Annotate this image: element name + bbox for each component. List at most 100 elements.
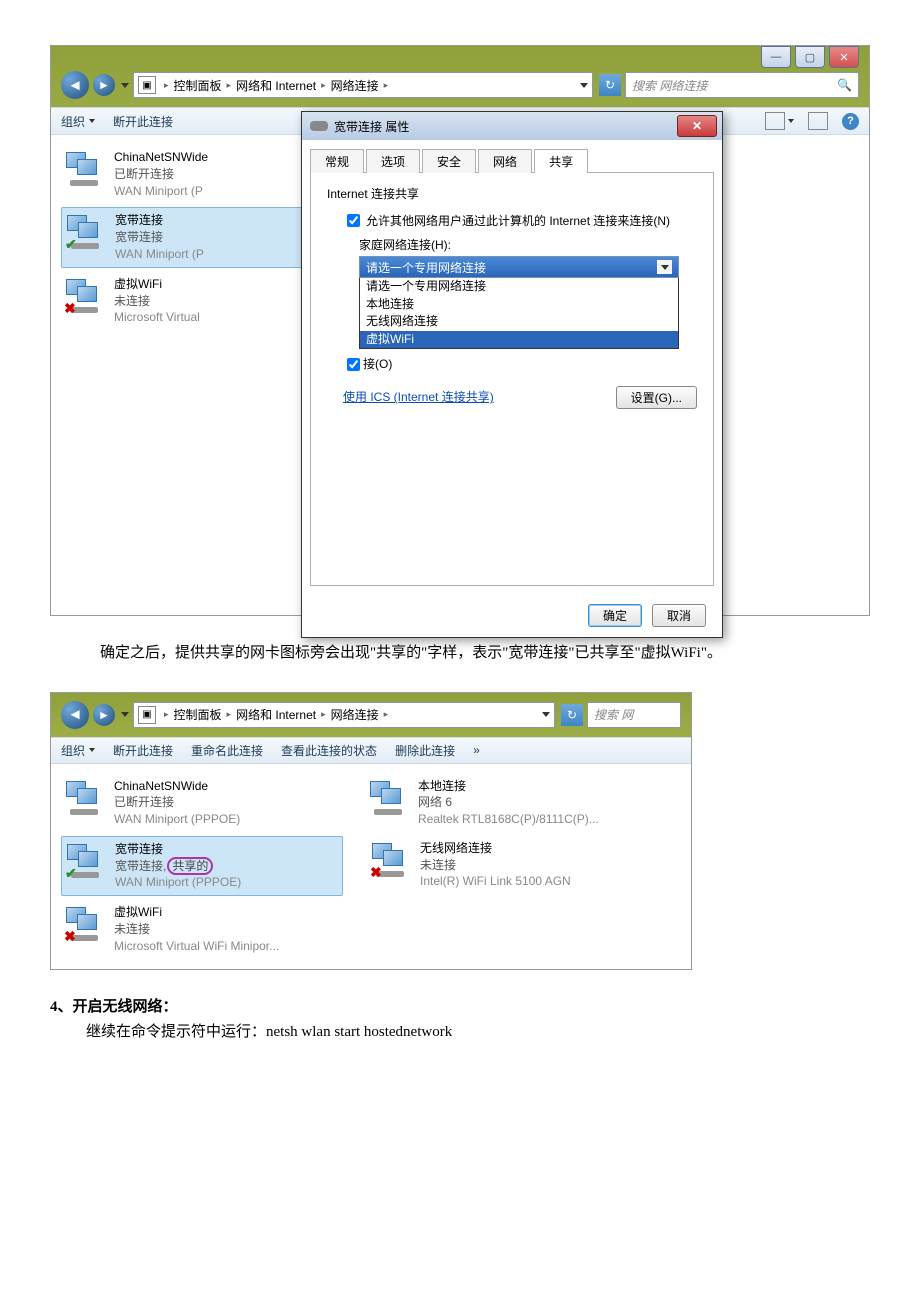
shared-badge: 共享的 [167,857,213,875]
disconnect-button[interactable]: 断开此连接 [113,742,173,759]
network-icon: ✖ [64,275,106,317]
organize-button[interactable]: 组织 [61,113,95,130]
view-button[interactable] [765,112,794,130]
connection-item[interactable]: ChinaNetSNWide 已断开连接 WAN Miniport (PPPOE… [61,774,341,832]
tab-network[interactable]: 网络 [478,149,532,173]
conn-name: ChinaNetSNWide [114,778,240,795]
connection-item[interactable]: ✔ 宽带连接 宽带连接,共享的 WAN Miniport (PPPOE) [61,836,343,896]
conn-status: 宽带连接 [115,229,204,246]
connection-item[interactable]: ✖ 无线网络连接 未连接 Intel(R) WiFi Link 5100 AGN [367,836,647,896]
tab-options[interactable]: 选项 [366,149,420,173]
tab-sharing[interactable]: 共享 [534,149,588,173]
breadcrumb[interactable]: 网络和 Internet [236,706,316,723]
network-icon: ✔ [65,840,107,882]
address-dropdown-icon[interactable] [580,83,588,88]
address-bar[interactable]: ▣ ▸ 控制面板 ▸ 网络和 Internet ▸ 网络连接 ▸ [133,702,555,728]
cancel-button[interactable]: 取消 [652,604,706,627]
combo-dropdown: 请选一个专用网络连接 本地连接 无线网络连接 虚拟WiFi [359,278,679,349]
window-control-buttons: — ▢ ✕ [761,46,859,68]
nav-forward-button[interactable]: ► [93,704,115,726]
explorer-toolbar: 组织 断开此连接 重命名此连接 查看此连接的状态 删除此连接 » [51,737,691,764]
breadcrumb[interactable]: 控制面板 [174,706,222,723]
view-status-button[interactable]: 查看此连接的状态 [281,742,377,759]
network-icon: ✔ [65,211,107,253]
breadcrumb[interactable]: 控制面板 [174,77,222,94]
body-paragraph: 确定之后，提供共享的网卡图标旁会出现"共享的"字样，表示"宽带连接"已共享至"虚… [70,641,850,667]
conn-device: WAN Miniport (P [115,246,204,263]
connection-item[interactable]: 本地连接 网络 6 Realtek RTL8168C(P)/8111C(P)..… [365,774,645,832]
nav-history-dropdown[interactable] [121,712,129,717]
combo-selected: 请选一个专用网络连接 [366,259,486,276]
dialog-tabs: 常规 选项 安全 网络 共享 [302,140,722,172]
chevron-down-icon [661,265,669,270]
location-icon: ▣ [138,706,156,724]
minimize-button[interactable]: — [761,46,791,68]
combo-option[interactable]: 请选一个专用网络连接 [360,278,678,296]
dialog-titlebar[interactable]: 宽带连接 属性 ✕ [302,112,722,140]
home-network-label: 家庭网络连接(H): [359,236,697,253]
conn-name: ChinaNetSNWide [114,149,208,166]
nav-history-dropdown[interactable] [121,83,129,88]
tab-security[interactable]: 安全 [422,149,476,173]
more-button[interactable]: » [473,743,480,757]
delete-button[interactable]: 删除此连接 [395,742,455,759]
section-body: 继续在命令提示符中运行：netsh wlan start hostednetwo… [86,1020,870,1041]
allow-sharing-checkbox[interactable] [347,214,360,227]
preview-pane-button[interactable] [808,112,828,130]
breadcrumb[interactable]: 网络连接 [331,706,379,723]
rename-button[interactable]: 重命名此连接 [191,742,263,759]
dialog-close-button[interactable]: ✕ [677,115,717,137]
conn-name: 虚拟WiFi [114,276,200,293]
disconnect-button[interactable]: 断开此连接 [113,113,173,130]
nav-forward-button[interactable]: ► [93,74,115,96]
conn-status: 未连接 [114,921,279,938]
conn-device: Microsoft Virtual WiFi Minipor... [114,938,279,955]
conn-device: WAN Miniport (P [114,183,208,200]
conn-device: WAN Miniport (PPPOE) [115,874,241,891]
maximize-button[interactable]: ▢ [795,46,825,68]
home-network-combo[interactable]: 请选一个专用网络连接 请选一个专用网络连接 本地连接 无线网络连接 虚拟WiFi [359,256,679,349]
conn-status: 已断开连接 [114,166,208,183]
conn-name: 宽带连接 [115,212,204,229]
ok-button[interactable]: 确定 [588,604,642,627]
address-bar[interactable]: ▣ ▸ 控制面板 ▸ 网络和 Internet ▸ 网络连接 ▸ [133,72,593,98]
connection-item[interactable]: ✖ 虚拟WiFi 未连接 Microsoft Virtual WiFi Mini… [61,900,341,958]
conn-name: 虚拟WiFi [114,904,279,921]
screenshot-1: — ▢ ✕ ◄ ► ▣ ▸ 控制面板 ▸ 网络和 Internet ▸ 网络连接… [50,45,870,616]
conn-device: WAN Miniport (PPPOE) [114,811,240,828]
nav-back-button[interactable]: ◄ [61,71,89,99]
ics-link[interactable]: 使用 ICS (Internet 连接共享) [343,390,494,404]
conn-device: Microsoft Virtual [114,309,200,326]
screenshot-2: ◄ ► ▣ ▸ 控制面板 ▸ 网络和 Internet ▸ 网络连接 ▸ ↻ 搜… [50,692,692,970]
dialog-icon [310,121,328,131]
connections-panel: ChinaNetSNWide 已断开连接 WAN Miniport (PPPOE… [51,764,691,969]
tab-general[interactable]: 常规 [310,149,364,173]
search-input[interactable]: 搜索 网络连接 🔍 [625,72,859,98]
address-dropdown-icon[interactable] [542,712,550,717]
conn-device: Intel(R) WiFi Link 5100 AGN [420,873,571,890]
connection-item[interactable]: ChinaNetSNWide 已断开连接 WAN Miniport (P [61,145,341,203]
refresh-button[interactable]: ↻ [561,704,583,726]
conn-status: 网络 6 [418,794,599,811]
conn-status: 已断开连接 [114,794,240,811]
combo-option[interactable]: 本地连接 [360,296,678,314]
close-button[interactable]: ✕ [829,46,859,68]
breadcrumb[interactable]: 网络连接 [331,77,379,94]
nav-back-button[interactable]: ◄ [61,701,89,729]
network-icon: ✖ [370,839,412,881]
combo-option[interactable]: 虚拟WiFi [360,331,678,349]
conn-name: 无线网络连接 [420,840,571,857]
organize-button[interactable]: 组织 [61,742,95,759]
connection-item[interactable]: ✖ 虚拟WiFi 未连接 Microsoft Virtual [61,272,341,330]
refresh-button[interactable]: ↻ [599,74,621,96]
conn-status: 宽带连接,共享的 [115,858,241,875]
breadcrumb[interactable]: 网络和 Internet [236,77,316,94]
settings-button[interactable]: 设置(G)... [616,386,697,409]
section-heading: 4、开启无线网络： [50,995,870,1016]
dialog-title: 宽带连接 属性 [334,118,409,135]
allow-control-label: 接(O) [363,355,392,372]
help-button[interactable]: ? [842,113,859,130]
search-input[interactable]: 搜索 网 [587,702,681,728]
allow-control-checkbox[interactable] [347,358,360,371]
combo-option[interactable]: 无线网络连接 [360,313,678,331]
